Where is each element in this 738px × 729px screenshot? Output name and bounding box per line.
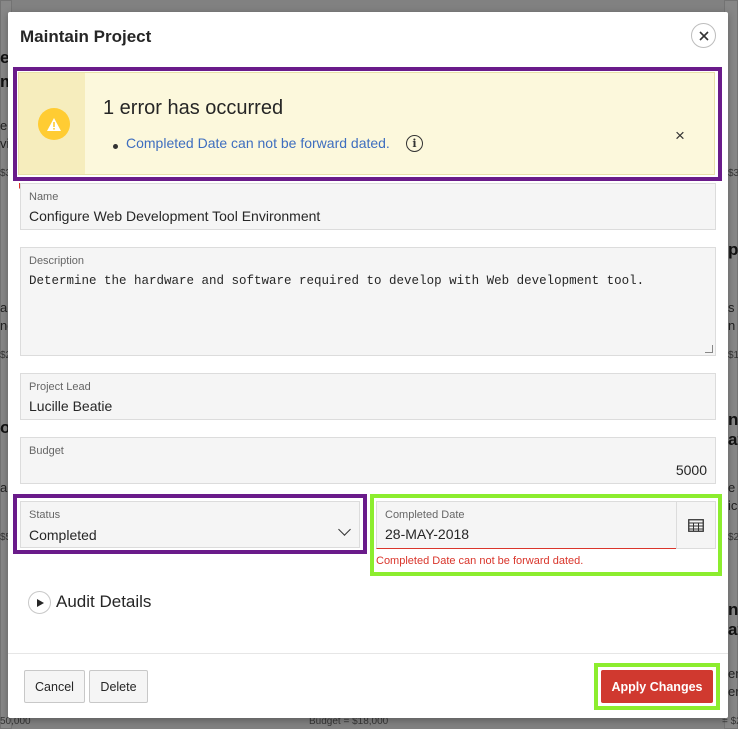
name-label: Name [29,191,59,203]
budget-value: 5000 [675,462,707,478]
completed-date-error: Completed Date can not be forward dated. [376,555,584,567]
completed-date-value: 28-MAY-2018 [385,526,470,542]
alert-icon-strip [19,73,85,174]
cancel-button[interactable]: Cancel [24,670,85,703]
alert-bullet [113,144,118,149]
dialog-title: Maintain Project [20,27,152,46]
budget-field[interactable]: Budget 5000 [20,437,716,484]
status-value: Completed [29,527,97,543]
status-select[interactable]: Status Completed [20,501,360,548]
project-lead-field[interactable]: Project Lead Lucille Beatie [20,373,716,420]
footer-divider [8,653,728,654]
completed-date-field[interactable]: Completed Date 28-MAY-2018 [376,501,677,549]
alert-error-link[interactable]: Completed Date can not be forward dated. [126,135,390,151]
chevron-down-icon [338,523,351,536]
warning-icon [38,108,70,140]
delete-button[interactable]: Delete [89,670,148,703]
budget-label: Budget [29,445,64,457]
description-field[interactable]: Description Determine the hardware and s… [20,247,716,356]
audit-details-label[interactable]: Audit Details [56,592,151,612]
maintain-project-dialog: Maintain Project 1 error has occurred Co… [8,12,728,718]
project-lead-value: Lucille Beatie [29,398,113,414]
alert-close-icon[interactable]: × [675,126,685,146]
alert-title: 1 error has occurred [103,97,284,119]
completed-date-label: Completed Date [385,509,465,521]
dialog-close-button[interactable] [691,23,716,48]
status-label: Status [29,509,61,521]
description-label: Description [29,255,85,267]
project-lead-label: Project Lead [29,381,91,393]
close-icon [698,30,709,41]
error-alert: 1 error has occurred Completed Date can … [18,72,715,175]
calendar-icon [688,518,704,532]
apply-changes-button[interactable]: Apply Changes [601,670,713,703]
resize-handle[interactable] [705,345,713,353]
play-icon [37,598,44,607]
name-field[interactable]: Name Configure Web Development Tool Envi… [20,183,716,230]
description-value: Determine the hardware and software requ… [29,274,645,288]
name-value: Configure Web Development Tool Environme… [29,208,321,224]
calendar-button[interactable] [676,501,716,549]
audit-details-toggle[interactable] [28,591,51,614]
info-icon[interactable]: i [406,135,423,152]
